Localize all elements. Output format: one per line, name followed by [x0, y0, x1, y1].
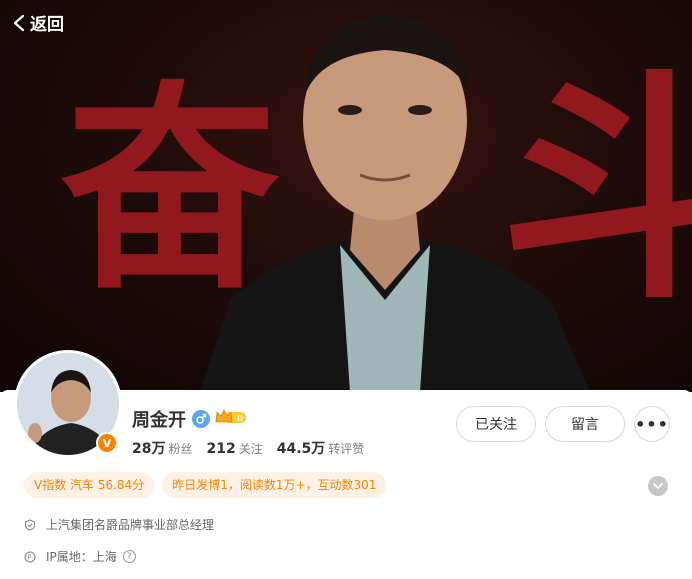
- following-label: 关注: [238, 442, 263, 456]
- location-icon: P: [24, 550, 36, 563]
- profile-name: 周金开: [132, 410, 186, 431]
- reposts-count: 44.5万: [276, 441, 326, 457]
- followers-count: 28万: [132, 441, 166, 457]
- tag-list: V指数 汽车 56.84分 昨日发博1，阅读数1万+，互动数301: [24, 472, 394, 498]
- title-row: 上汽集团名爵品牌事业部总经理: [24, 516, 214, 533]
- stat-followers[interactable]: 28万 粉丝: [132, 438, 193, 458]
- follow-button[interactable]: 已关注: [456, 406, 536, 442]
- svg-text:II: II: [237, 414, 243, 423]
- cover-banner: 奋 斗 返回: [0, 0, 692, 392]
- followers-label: 粉丝: [168, 442, 193, 456]
- male-icon: [192, 410, 210, 428]
- stat-following[interactable]: 212 关注: [207, 440, 263, 457]
- message-button[interactable]: 留言: [545, 406, 625, 442]
- back-label: 返回: [30, 15, 64, 35]
- ip-location: IP属地：上海: [46, 550, 117, 564]
- profile-stats: 28万 粉丝 212 关注 44.5万 转评赞: [132, 438, 378, 458]
- expand-button[interactable]: [648, 476, 668, 496]
- reposts-label: 转评赞: [328, 442, 365, 456]
- cover-person-image: [200, 15, 590, 392]
- v-index-tag[interactable]: V指数 汽车 56.84分: [24, 472, 155, 498]
- more-button[interactable]: •••: [634, 406, 670, 442]
- badge-icon: [24, 518, 36, 531]
- help-icon[interactable]: ?: [122, 550, 136, 563]
- verified-badge: V: [96, 432, 118, 454]
- chevron-down-icon: [653, 483, 663, 490]
- following-count: 212: [206, 441, 236, 457]
- back-button[interactable]: 返回: [12, 10, 64, 35]
- job-title: 上汽集团名爵品牌事业部总经理: [46, 518, 215, 532]
- activity-tag[interactable]: 昨日发博1，阅读数1万+，互动数301: [162, 472, 387, 498]
- chevron-left-icon: [13, 14, 25, 31]
- crown-icon[interactable]: II: [214, 408, 248, 430]
- name-row: 周金开 II: [132, 406, 248, 432]
- ip-row: P IP属地：上海 ?: [24, 548, 136, 565]
- svg-text:P: P: [27, 553, 31, 561]
- stat-reposts[interactable]: 44.5万 转评赞: [277, 438, 365, 458]
